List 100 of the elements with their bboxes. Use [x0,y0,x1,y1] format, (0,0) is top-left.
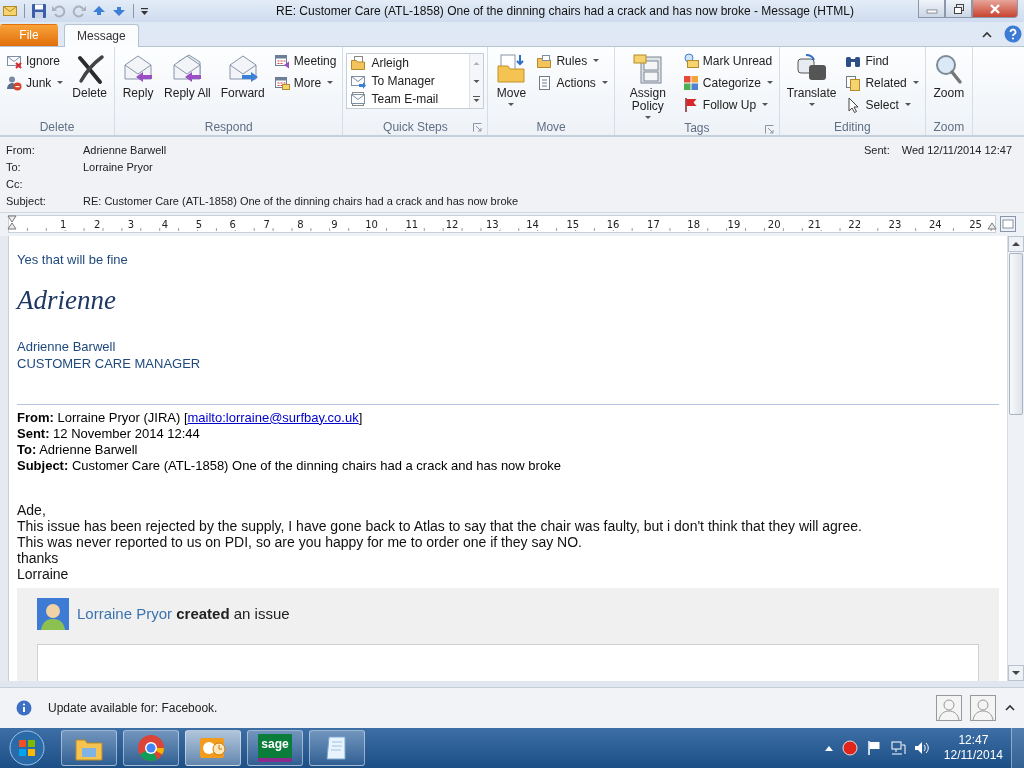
ribbon-button[interactable]: Mark Unread [679,50,776,71]
ribbon-button[interactable]: Junk [3,72,67,93]
quick-step-item[interactable]: To Manager [347,71,470,90]
info-icon [16,700,32,717]
ribbon-button[interactable]: Delete [68,50,112,102]
activity-text: created an issue [176,605,290,623]
clock-date[interactable]: 12/11/2014 [943,748,1003,764]
ruler-number: 3 [126,218,136,230]
ribbon-button[interactable]: Find [842,50,922,71]
quoted-header-line: To: Adrienne Barwell [17,441,139,458]
envelope-icon [682,52,699,69]
scroll-down-icon[interactable] [1008,664,1024,681]
close-button[interactable] [972,0,1018,18]
start-orb-icon[interactable] [7,729,47,768]
documents-icon [845,74,862,91]
show-hidden-icons-icon[interactable] [823,744,834,753]
ruler-toggle-icon[interactable] [1000,216,1016,233]
signature-name: Adrienne Barwell [17,337,117,355]
collapse-ribbon-icon[interactable] [982,30,992,39]
ribbon-button[interactable]: Move [491,50,532,108]
ribbon-button[interactable]: Related [842,72,922,93]
restore-button[interactable] [945,0,972,18]
ribbon-button[interactable]: Reply [118,50,159,102]
caret-icon [57,81,64,85]
ribbon-button[interactable]: Reply All [160,50,215,102]
quick-step-item[interactable]: Arleigh [347,53,470,72]
avatar-icon [37,597,69,630]
ribbon-button[interactable]: Forward [216,50,269,102]
ribbon-button[interactable]: Meeting [270,50,340,71]
group-label: Quick Steps [383,119,448,134]
ruler-number: 4 [160,218,170,230]
ruler-number: 17 [646,218,661,230]
ribbon-button[interactable]: Follow Up [679,94,776,115]
ruler-number: 10 [364,218,379,230]
ruler-number: 1 [59,218,68,230]
caret-icon [601,81,608,85]
network-icon[interactable] [889,740,906,757]
taskbar-button[interactable] [61,730,117,767]
help-icon[interactable] [1004,24,1022,43]
ruler-number: 5 [194,218,203,230]
caret-icon [904,103,911,107]
ribbon-button[interactable]: Select [842,94,922,115]
reply-text: Yes that will be fine [17,251,129,267]
flag-icon [682,96,699,113]
status-dot-icon[interactable] [841,740,858,757]
ruler-number: 2 [92,218,102,230]
browser-icon [136,733,166,764]
message-line: thanks [17,549,60,566]
flag-icon[interactable] [865,740,882,757]
group-label: Editing [833,119,871,134]
message-line: This was never reported to us on PDI, so are you happy for me to order one if they say NO. [17,533,583,550]
clock-time[interactable]: 12:47 [958,733,989,749]
group-label: Respond [204,119,253,134]
ribbon-button[interactable]: Assign Policy [617,50,678,121]
header-value: Adrienne Barwell [83,143,168,158]
dialog-launcher-icon[interactable] [473,122,483,132]
taskbar-button[interactable] [309,730,365,767]
ribbon-button[interactable]: Ignore [3,50,67,71]
ruler-number: 22 [847,218,863,230]
person-icon[interactable] [936,695,962,722]
ruler-number: 15 [565,218,581,230]
calendar-icon [273,52,290,69]
ribbon-tab[interactable]: Message [64,23,139,47]
ribbon-button[interactable]: Actions [533,72,611,93]
ribbon-button[interactable]: Zoom [928,50,969,102]
show-desktop-button[interactable] [1011,728,1024,768]
taskbar-button[interactable] [185,730,241,767]
folder-arrow-icon [495,52,528,85]
vertical-scrollbar[interactable] [1007,235,1024,681]
signature-script: Adrienne [17,284,117,316]
restore-icon [952,3,965,14]
color-squares-icon [682,74,699,91]
message-line: Lorraine [17,565,70,582]
user-link[interactable]: Lorraine Pryor [77,605,173,623]
caret-icon [327,81,334,85]
scroll-up-icon[interactable] [1008,235,1024,252]
dialog-launcher-icon[interactable] [764,124,774,134]
ribbon-button[interactable]: Rules [533,50,611,71]
header-value: Wed 12/11/2014 12:47 [901,143,1012,158]
ribbon-button[interactable]: More [270,72,340,93]
caret-icon [762,103,769,107]
ribbon-button[interactable]: Categorize [679,72,776,93]
quick-step-item[interactable]: Team E-mail [347,89,470,108]
taskbar-button[interactable] [123,730,179,767]
message-line: This issue has been rejected by the supply, I have gone back to Atlas to say that the chair was faulty, but i don't think that they will agree. [17,517,863,534]
message-line: Ade, [17,501,47,518]
file-cabinet-icon [631,52,664,85]
quoted-header-line: Sent: 12 November 2014 12:44 [17,425,201,442]
person-icon[interactable] [970,695,996,722]
scroll-thumb[interactable] [1009,252,1023,415]
indent-marker-icon[interactable] [7,215,17,232]
caret-icon [808,102,815,106]
taskbar-button[interactable]: sage [247,730,303,767]
window-title: RE: Customer Care (ATL-1858) One of the dinning chairs had a crack and has now broke - Message (HTML) [274,3,855,18]
header-label: Sent: [864,143,890,158]
quoted-header-line: From: Lorraine Pryor (JIRA) [mailto:lorraine@surfbay.co.uk] [17,409,364,426]
ruler-number: 19 [726,218,742,230]
ribbon-button[interactable]: Translate [782,50,841,108]
ruler-number: 21 [807,218,822,230]
group-label: Move [536,119,566,134]
